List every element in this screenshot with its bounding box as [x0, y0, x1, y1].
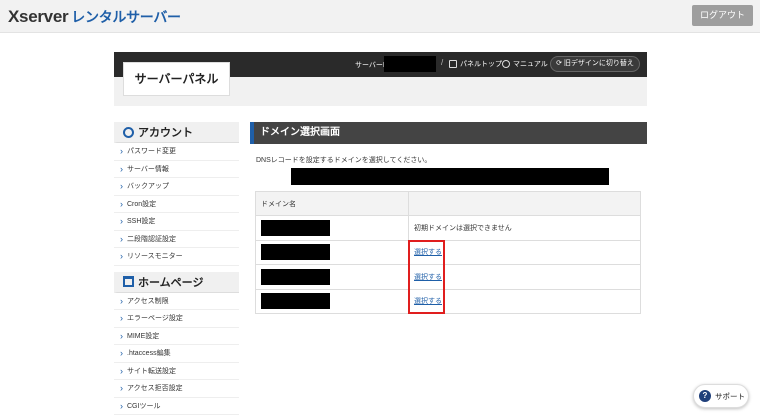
sidebar-heading-homepage: ホームページ	[114, 271, 239, 293]
logout-button[interactable]: ログアウト	[692, 5, 753, 26]
table-row: 初期ドメインは選択できません	[255, 215, 641, 241]
domain-table: ドメイン名 初期ドメインは選択できません 選択する 選択する 選択する	[255, 191, 641, 314]
manual-link[interactable]: マニュアル	[502, 59, 548, 69]
sidebar-item-cgi-tools[interactable]: CGIツール	[114, 398, 239, 415]
sidebar-item-password[interactable]: パスワード変更	[114, 143, 239, 161]
domain-cell	[255, 215, 409, 241]
old-design-label: 旧デザインに切り替え	[563, 60, 634, 67]
server-panel-title: サーバーパネル	[123, 62, 230, 96]
page-description: DNSレコードを設定するドメインを選択してください。	[256, 157, 432, 164]
top-header: Xserver レンタルサーバー ログアウト	[0, 0, 760, 33]
table-header-row: ドメイン名	[255, 191, 641, 216]
question-icon: ?	[699, 390, 711, 402]
header-domain-name: ドメイン名	[255, 191, 409, 216]
panel-top-label: パネルトップ	[460, 61, 502, 68]
sidebar-item-server-info[interactable]: サーバー情報	[114, 161, 239, 178]
sidebar: アカウント パスワード変更 サーバー情報 バックアップ Cron設定 SSH設定…	[114, 122, 239, 417]
logo-main-text: Xserver	[8, 7, 69, 26]
sidebar-item-access-restriction[interactable]: アクセス制限	[114, 293, 239, 310]
domain-cell	[255, 264, 409, 290]
page-title: ドメイン選択画面	[250, 122, 647, 144]
redacted-banner	[291, 168, 609, 185]
refresh-icon: ⟳	[556, 60, 564, 67]
table-row: 選択する	[255, 288, 641, 314]
redacted-domain	[261, 219, 330, 236]
sidebar-item-htaccess[interactable]: .htaccess編集	[114, 345, 239, 363]
domain-cell	[255, 239, 409, 265]
browser-window-icon	[123, 276, 134, 287]
redacted-domain	[261, 244, 330, 261]
nav-separator: /	[441, 58, 444, 67]
question-circle-icon	[502, 60, 510, 68]
highlight-box	[408, 240, 445, 314]
support-button[interactable]: ? サポート	[693, 384, 749, 408]
sidebar-item-error-page[interactable]: エラーページ設定	[114, 310, 239, 328]
sidebar-item-2fa[interactable]: 二段階認証設定	[114, 231, 239, 248]
logo-sub-text: レンタルサーバー	[71, 9, 181, 25]
sidebar-item-resource-monitor[interactable]: リソースモニター	[114, 248, 239, 266]
homepage-heading-label: ホームページ	[138, 276, 204, 289]
sidebar-item-backup[interactable]: バックアップ	[114, 178, 239, 196]
sidebar-item-ssh[interactable]: SSH設定	[114, 213, 239, 231]
header-action	[408, 191, 641, 216]
action-cell-disabled: 初期ドメインは選択できません	[408, 215, 641, 241]
sidebar-item-cron[interactable]: Cron設定	[114, 196, 239, 213]
manual-label: マニュアル	[513, 61, 548, 68]
account-heading-label: アカウント	[138, 127, 193, 139]
table-row: 選択する	[255, 239, 641, 265]
old-design-button[interactable]: ⟳ 旧デザインに切り替え	[550, 56, 640, 72]
domain-cell	[255, 288, 409, 314]
sidebar-item-site-redirect[interactable]: サイト転送設定	[114, 363, 239, 380]
home-icon	[449, 60, 457, 68]
table-row: 選択する	[255, 264, 641, 290]
sidebar-item-access-deny[interactable]: アクセス拒否設定	[114, 380, 239, 398]
redacted-domain	[261, 293, 330, 310]
xserver-logo[interactable]: Xserver レンタルサーバー	[8, 7, 181, 27]
server-id-redacted	[384, 56, 436, 72]
panel-top-link[interactable]: パネルトップ	[449, 59, 502, 69]
support-label: サポート	[715, 391, 745, 401]
redacted-domain	[261, 268, 330, 285]
sidebar-item-mime[interactable]: MIME設定	[114, 328, 239, 345]
sidebar-heading-account: アカウント	[114, 122, 239, 143]
account-icon	[123, 126, 134, 138]
